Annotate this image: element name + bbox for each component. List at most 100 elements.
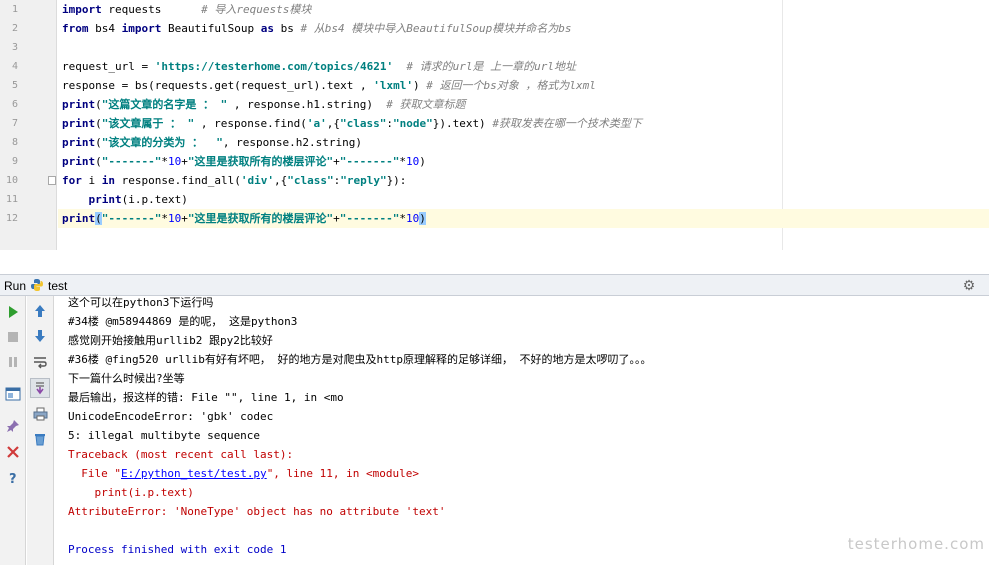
arrow-down-icon[interactable] — [30, 326, 50, 346]
console-line: UnicodeEncodeError: 'gbk' codec — [68, 410, 274, 423]
code-token: # 获取文章标题 — [386, 98, 466, 111]
code-token: 10 — [405, 155, 420, 168]
code-token: in — [101, 174, 115, 187]
code-token: }): — [386, 174, 407, 187]
pause-icon[interactable] — [3, 352, 23, 372]
code-token: # 从bs4 模块中导入BeautifulSoup模块并命名为bs — [300, 22, 572, 35]
code-token: print — [62, 155, 96, 168]
run-toolbar-right — [27, 296, 54, 565]
code-area[interactable]: import requests # 导入requests模块 from bs4 i… — [58, 0, 989, 250]
gear-icon[interactable]: ⚙ — [959, 278, 979, 293]
arrow-up-icon[interactable] — [30, 301, 50, 321]
code-editor[interactable]: 1 2 3 4 5 6 7 8 9 10 11 12 import requests # 导入requ… — [0, 0, 989, 250]
line-number: 5 — [11, 80, 18, 91]
line-number: 4 — [11, 61, 18, 72]
code-token: # 请求的url是 上一章的url地址 — [406, 60, 576, 73]
line-number: 8 — [11, 137, 18, 148]
scroll-to-end-icon[interactable] — [30, 378, 50, 398]
code-token: "-------" — [101, 155, 162, 168]
soft-wrap-icon[interactable] — [30, 352, 50, 372]
code-token: (i.p.text) — [121, 193, 188, 206]
code-token: ,{ — [326, 117, 340, 130]
line-number: 2 — [11, 23, 18, 34]
code-token: 10 — [167, 212, 182, 225]
code-token: "这篇文章的名字是 ： " — [101, 98, 228, 111]
code-token: , response.h2.string) — [222, 136, 362, 149]
fold-marker-icon[interactable] — [48, 176, 56, 185]
code-token: # 导入requests模块 — [201, 3, 312, 16]
code-token: print — [88, 193, 122, 206]
console-line: 5: illegal multibyte sequence — [68, 429, 261, 442]
code-token: * — [161, 155, 168, 168]
code-token: "该文章属于 ： " — [101, 117, 195, 130]
code-token: i — [81, 174, 102, 187]
code-token: 10 — [405, 212, 420, 225]
code-token: + — [181, 155, 188, 168]
code-token: }).text) — [432, 117, 493, 130]
code-token: 10 — [167, 155, 182, 168]
code-token: , response.h1.string) — [227, 98, 387, 111]
close-icon[interactable] — [3, 442, 23, 462]
code-token: 'https://testerhome.com/topics/4621' — [154, 60, 394, 73]
code-token: ) — [419, 155, 426, 168]
code-token: bs — [273, 22, 301, 35]
code-token: #获取发表在哪一个技术类型下 — [492, 117, 642, 130]
code-token: "-------" — [339, 155, 400, 168]
console-line: 感觉刚开始接触用urllib2 跟py2比较好 — [68, 334, 273, 347]
code-line[interactable]: from bs4 import BeautifulSoup as bs # 从b… — [62, 19, 572, 38]
code-token: request_url = — [62, 60, 155, 73]
code-token: * — [161, 212, 168, 225]
code-line[interactable]: response = bs(requests.get(request_url).… — [62, 76, 596, 95]
run-tab-label[interactable]: Run — [4, 279, 26, 293]
code-token: response.find_all( — [115, 174, 241, 187]
code-line[interactable]: print("该文章的分类为 ： ", response.h2.string) — [62, 133, 362, 152]
line-number: 11 — [5, 194, 18, 205]
code-line[interactable]: print("这篇文章的名字是 ： " , response.h1.string… — [62, 95, 465, 114]
code-token: 'lxml' — [373, 79, 414, 92]
traceback-suffix: ", line 11, in <module> — [266, 467, 420, 480]
code-token: print — [62, 98, 96, 111]
console-line: #34楼 @m58944869 是的呢， 这是python3 — [68, 315, 298, 328]
line-number: 7 — [11, 118, 18, 129]
code-token: print — [62, 136, 96, 149]
rerun-icon[interactable] — [3, 302, 23, 322]
console-line: 最后输出，报这样的错: File "", line 1, in <mo — [68, 391, 344, 404]
code-token: "这里是获取所有的楼层评论" — [187, 155, 334, 168]
code-token: "-------" — [339, 212, 400, 225]
pin-icon[interactable] — [3, 416, 23, 436]
code-token: print — [62, 117, 96, 130]
code-token: "node" — [392, 117, 433, 130]
svg-text:?: ? — [9, 472, 17, 485]
code-token: "这里是获取所有的楼层评论" — [187, 212, 334, 225]
code-line[interactable]: print("该文章属于 ： " , response.find('a',{"c… — [62, 114, 642, 133]
code-token: ) — [419, 212, 426, 225]
code-token: ( — [95, 136, 102, 149]
code-line[interactable]: print(i.p.text) — [62, 190, 188, 209]
code-token: "class" — [287, 174, 334, 187]
code-token: + — [333, 155, 340, 168]
restore-layout-icon[interactable] — [3, 384, 23, 404]
console-error-line: AttributeError: 'NoneType' object has no… — [68, 505, 446, 518]
console-output[interactable]: 这个可以在python3下运行吗 #34楼 @m58944869 是的呢， 这是p… — [62, 296, 989, 565]
code-line[interactable]: print("-------"*10+"这里是获取所有的楼层评论"+"-----… — [58, 209, 989, 228]
print-icon[interactable] — [30, 404, 50, 424]
code-line[interactable]: request_url = 'https://testerhome.com/to… — [62, 57, 576, 76]
code-token: : — [386, 117, 393, 130]
code-token: , response.find( — [194, 117, 307, 130]
console-line: 这个可以在python3下运行吗 — [68, 296, 214, 309]
watermark: testerhome.com — [847, 535, 985, 553]
console-error-line: print(i.p.text) — [68, 486, 194, 499]
trash-icon[interactable] — [30, 429, 50, 449]
code-line[interactable]: for i in response.find_all('div',{"class… — [62, 171, 406, 190]
code-token: # 返回一个bs对象 ，格式为lxml — [426, 79, 596, 92]
code-token: "reply" — [340, 174, 387, 187]
code-token: response = bs(requests.get(request_url).… — [62, 79, 374, 92]
help-icon[interactable]: ? — [3, 468, 23, 488]
code-line[interactable]: import requests # 导入requests模块 — [62, 0, 311, 19]
code-token: from — [62, 22, 89, 35]
file-link[interactable]: E:/python_test/test.py — [121, 467, 267, 480]
code-line[interactable]: print("-------"*10+"这里是获取所有的楼层评论"+"-----… — [62, 152, 426, 171]
stop-icon[interactable] — [3, 327, 23, 347]
code-token: ,{ — [273, 174, 288, 187]
